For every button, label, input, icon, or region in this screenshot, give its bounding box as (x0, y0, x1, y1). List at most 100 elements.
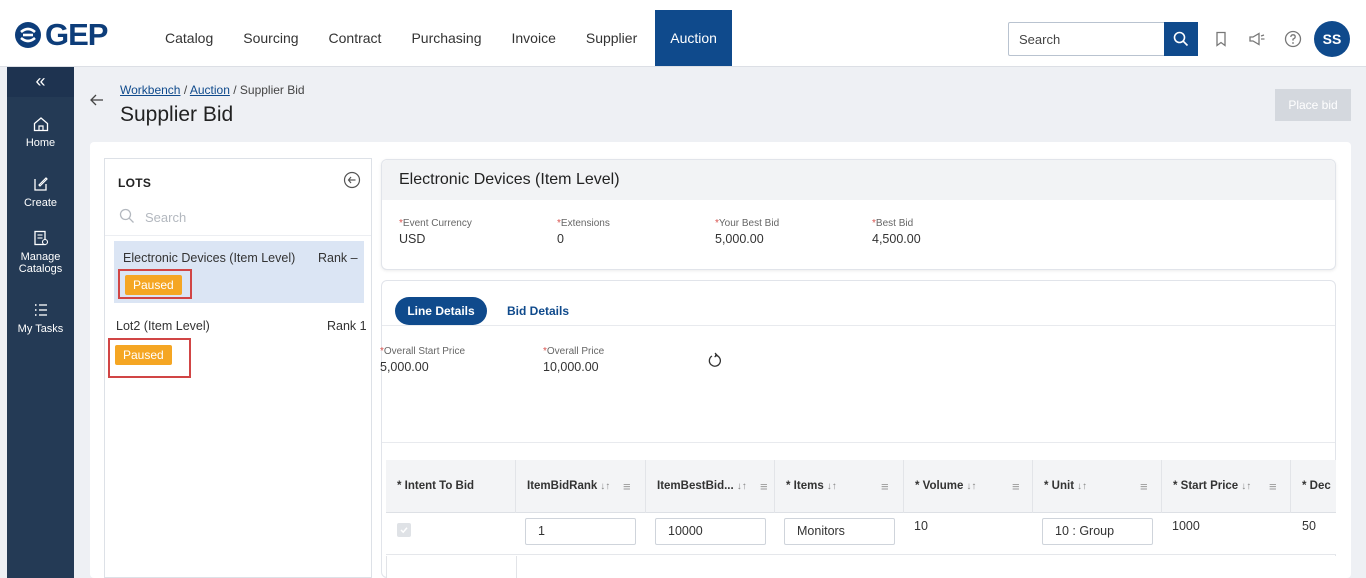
main-nav: Catalog Sourcing Contract Purchasing Inv… (150, 10, 732, 66)
top-bar: GEP Catalog Sourcing Contract Purchasing… (0, 0, 1366, 67)
table-header: * Intent To Bid ItemBidRank ↓↑ ≡ ItemBestB… (386, 460, 1336, 513)
item-best-bid-input[interactable]: 10000 (655, 518, 766, 545)
lot-rank: Rank – (318, 251, 358, 265)
divider (386, 556, 387, 578)
breadcrumb-auction[interactable]: Auction (190, 83, 230, 97)
nav-invoice[interactable]: Invoice (497, 10, 571, 66)
column-menu-icon[interactable]: ≡ (1269, 460, 1277, 513)
divider (382, 442, 1335, 443)
nav-purchasing[interactable]: Purchasing (396, 10, 496, 66)
sidebar-item-label: Manage Catalogs (18, 251, 63, 275)
sidebar-item-create[interactable]: Create (7, 175, 74, 209)
event-currency-field: *Event Currency USD (399, 218, 472, 246)
gep-logo-icon (15, 22, 41, 48)
sidebar-item-my-tasks[interactable]: My Tasks (7, 301, 74, 335)
column-menu-icon[interactable]: ≡ (623, 460, 631, 513)
field-label: Your Best Bid (718, 218, 780, 229)
home-icon (33, 117, 48, 132)
top-icons (1208, 26, 1306, 52)
tab-bid-details[interactable]: Bid Details (507, 304, 569, 318)
lot-rank: Rank 1 (327, 319, 367, 333)
sort-icon[interactable]: ↓↑ (827, 481, 837, 492)
lots-search[interactable]: Search (115, 203, 365, 231)
column-label: * Items (786, 480, 824, 492)
catalog-icon (33, 230, 48, 246)
search-button[interactable] (1164, 22, 1198, 56)
lot-name[interactable]: Lot2 (Item Level) (116, 319, 210, 333)
nav-auction[interactable]: Auction (655, 10, 732, 66)
logo-text: GEP (45, 17, 108, 52)
breadcrumb-separator: / (233, 83, 240, 97)
breadcrumb-workbench[interactable]: Workbench (120, 83, 180, 97)
column-header-items[interactable]: * Items ↓↑ ≡ (774, 460, 904, 513)
sidebar-item-label: Create (23, 197, 58, 209)
items-input[interactable]: Monitors (784, 518, 895, 545)
divider (382, 325, 1335, 326)
column-header-item-best-bid[interactable]: ItemBestBid... ↓↑ ≡ (645, 460, 775, 513)
item-bid-rank-input[interactable]: 1 (525, 518, 636, 545)
sidebar-item-home[interactable]: Home (7, 115, 74, 149)
field-label: Overall Price (546, 346, 605, 357)
bookmark-icon[interactable] (1208, 26, 1234, 52)
breadcrumb-current: Supplier Bid (239, 83, 305, 97)
extensions-field: *Extensions 0 (557, 218, 610, 246)
breadcrumb: Workbench / Auction / Supplier Bid (120, 83, 305, 97)
sort-icon[interactable]: ↓↑ (600, 481, 610, 492)
sort-icon[interactable]: ↓↑ (1241, 481, 1251, 492)
divider (105, 235, 371, 236)
double-chevron-left-icon[interactable]: « (7, 67, 74, 97)
start-price-value: 1000 (1172, 519, 1200, 533)
field-value: 5,000.00 (380, 360, 429, 374)
refresh-icon[interactable] (708, 352, 722, 373)
page-title: Supplier Bid (120, 103, 234, 126)
nav-sourcing[interactable]: Sourcing (228, 10, 313, 66)
field-value: 0 (557, 232, 564, 246)
column-menu-icon[interactable]: ≡ (881, 460, 889, 513)
column-header-volume[interactable]: * Volume ↓↑ ≡ (903, 460, 1033, 513)
tab-line-details[interactable]: Line Details (395, 297, 487, 325)
intent-to-bid-checkbox[interactable] (397, 523, 411, 537)
column-menu-icon[interactable]: ≡ (1012, 460, 1020, 513)
line-items-table: * Intent To Bid ItemBidRank ↓↑ ≡ ItemBestB… (386, 460, 1336, 578)
your-best-bid-field: *Your Best Bid 5,000.00 (715, 218, 780, 246)
best-bid-field: *Best Bid 4,500.00 (872, 218, 921, 246)
search-input[interactable] (1009, 23, 1164, 55)
sort-icon[interactable]: ↓↑ (737, 481, 747, 492)
back-arrow-icon[interactable] (89, 93, 105, 112)
column-menu-icon[interactable]: ≡ (760, 460, 768, 513)
unit-input[interactable]: 10 : Group (1042, 518, 1153, 545)
announcement-icon[interactable] (1244, 26, 1270, 52)
column-header-start-price[interactable]: * Start Price ↓↑ ≡ (1161, 460, 1291, 513)
help-icon[interactable] (1280, 26, 1306, 52)
divider (516, 556, 517, 578)
sidebar-item-label: My Tasks (17, 323, 64, 335)
column-menu-icon[interactable]: ≡ (1140, 460, 1148, 513)
table-row: 1 10000 Monitors 10 10 : Group 1000 50 (386, 513, 1336, 555)
place-bid-button[interactable]: Place bid (1275, 89, 1351, 121)
field-label: Best Bid (875, 218, 914, 229)
sidebar-item-manage-catalogs[interactable]: Manage Catalogs (7, 229, 74, 275)
nav-contract[interactable]: Contract (314, 10, 397, 66)
user-avatar[interactable]: SS (1314, 21, 1350, 57)
column-header-intent-to-bid[interactable]: * Intent To Bid (386, 460, 516, 513)
sidebar-item-label: Home (25, 137, 56, 149)
column-header-item-bid-rank[interactable]: ItemBidRank ↓↑ ≡ (515, 460, 645, 513)
sort-icon[interactable]: ↓↑ (966, 481, 976, 492)
collapse-lots-icon[interactable] (343, 171, 361, 194)
gep-logo[interactable]: GEP (14, 17, 108, 52)
edit-icon (33, 177, 48, 191)
column-label: * Start Price (1173, 480, 1239, 492)
field-value: 5,000.00 (715, 232, 764, 246)
nav-catalog[interactable]: Catalog (150, 10, 228, 66)
lots-title: LOTS (118, 176, 152, 190)
sort-icon[interactable]: ↓↑ (1077, 481, 1087, 492)
column-header-dec[interactable]: * Dec (1290, 460, 1336, 513)
field-value: USD (399, 232, 426, 246)
volume-value: 10 (914, 519, 928, 533)
dec-value: 50 (1302, 519, 1316, 533)
column-label: * Intent To Bid (397, 480, 475, 492)
column-header-unit[interactable]: * Unit ↓↑ ≡ (1032, 460, 1162, 513)
lots-panel: LOTS Search Electronic Devices (Item Lev… (104, 158, 372, 578)
check-icon (400, 527, 408, 534)
nav-supplier[interactable]: Supplier (571, 10, 652, 66)
